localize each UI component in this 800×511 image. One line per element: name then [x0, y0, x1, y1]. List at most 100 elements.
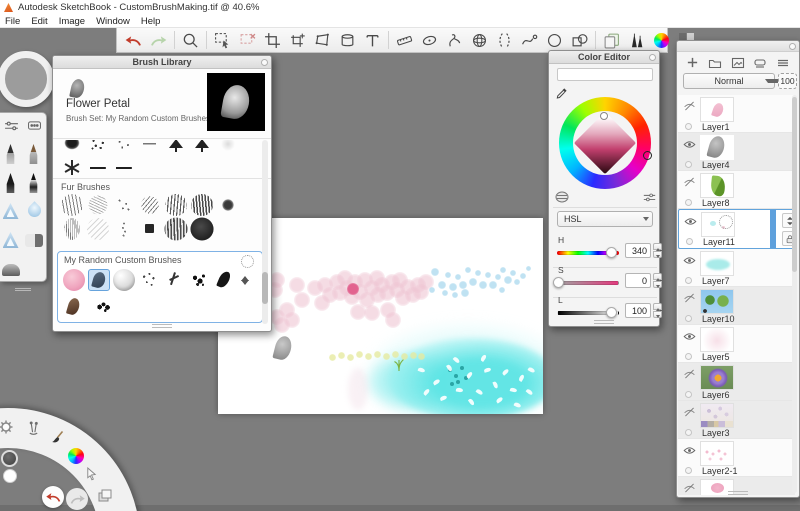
marker-tool[interactable] [1, 229, 21, 253]
perspective-guide-icon[interactable] [468, 30, 491, 51]
panel-resize-handle[interactable] [728, 491, 748, 495]
brush-stamp-dash[interactable] [113, 157, 135, 179]
steady-stroke-icon[interactable] [518, 30, 541, 51]
import-image-icon[interactable] [600, 30, 623, 51]
eraser-block-tool[interactable] [24, 229, 44, 253]
layer-hidden-icon[interactable] [683, 404, 696, 422]
brush-stamp-dash[interactable] [87, 157, 109, 179]
brush-stamp-blackpetal[interactable] [213, 269, 235, 291]
hue-value[interactable]: 340 [625, 243, 651, 258]
airbrush-tool[interactable] [1, 200, 21, 224]
layer-row-Layer8[interactable]: Layer8 [678, 171, 795, 209]
layers-scrollbar[interactable] [792, 95, 797, 493]
menu-help[interactable]: Help [141, 16, 161, 27]
layer-color-ring[interactable] [685, 429, 692, 436]
brush-stamp-f3[interactable] [113, 194, 135, 216]
layer-row-Layer4[interactable]: Layer4 [678, 133, 795, 171]
brush-settings-icon[interactable] [4, 118, 19, 136]
layer-thumbnail[interactable] [700, 289, 734, 314]
layer-color-ring[interactable] [685, 467, 692, 474]
brush-stamp-f9[interactable] [87, 218, 109, 240]
brush-stamp-dashf[interactable] [139, 140, 161, 155]
brush-stamp-scrib[interactable] [87, 140, 109, 155]
brush-stamp-sphere[interactable] [113, 269, 135, 291]
layer-row-Layer10[interactable]: Layer10 [678, 287, 795, 325]
brush-stamp-blob[interactable] [61, 140, 83, 155]
hue-spinner[interactable] [653, 243, 662, 258]
french-curve-icon[interactable] [443, 30, 466, 51]
saturation-spinner[interactable] [653, 273, 662, 288]
crop-to-selection-icon[interactable] [286, 30, 309, 51]
fill-tool-icon[interactable] [336, 30, 359, 51]
lightness-spinner[interactable] [653, 303, 662, 318]
lagoon-color-icon[interactable] [68, 448, 84, 464]
brush-pair-icon[interactable] [625, 30, 648, 51]
lagoon-gear-icon[interactable] [0, 419, 14, 440]
brush-stamp-f10[interactable] [113, 218, 135, 240]
brush-stamp-faint[interactable] [217, 140, 239, 155]
color-mode-dropdown[interactable]: HSL [557, 211, 653, 227]
layer-color-ring[interactable] [685, 199, 692, 206]
palette-drag-handle[interactable] [15, 288, 31, 291]
brush-stamp-brownpetal[interactable] [63, 296, 85, 318]
inking-pen-tool[interactable] [24, 171, 44, 195]
brush-stamp-specks2[interactable] [138, 269, 160, 291]
brush-stamp-sketch[interactable] [163, 269, 185, 291]
layer-opacity-value[interactable]: 100 [778, 73, 797, 89]
brush-stamp-f4[interactable] [141, 196, 159, 214]
layer-row-Layer11[interactable]: Layer11 [678, 209, 795, 249]
zoom-tool-icon[interactable] [179, 30, 202, 51]
eyedropper-icon[interactable] [555, 87, 568, 100]
add-layer-icon[interactable] [686, 56, 699, 74]
brush-set-icon[interactable] [27, 118, 42, 136]
color-editor-header[interactable]: Color Editor [549, 51, 659, 64]
brush-stamp-f8[interactable] [64, 218, 79, 240]
text-tool-icon[interactable] [361, 30, 384, 51]
brush-stamp-bluepetal-sel[interactable] [88, 269, 110, 291]
undo-icon[interactable] [122, 30, 145, 51]
brush-stamp-inkclu[interactable] [188, 269, 210, 291]
layer-hidden-icon[interactable] [683, 366, 696, 384]
brush-stamp-spruce[interactable] [165, 140, 187, 155]
lagoon-tools-icon[interactable] [27, 421, 40, 441]
close-icon[interactable] [261, 59, 268, 66]
layer-menu-icon[interactable] [776, 56, 790, 74]
layer-thumbnail[interactable] [700, 441, 734, 466]
layer-thumbnail[interactable] [700, 327, 734, 352]
brush-stamp-spruce[interactable] [191, 140, 213, 155]
brush-stamp-inkpair[interactable] [93, 296, 115, 318]
layer-visible-icon[interactable] [684, 213, 697, 231]
pen-tool[interactable] [1, 171, 21, 195]
brush-stamp-f6[interactable] [191, 194, 213, 216]
watercolor-tool[interactable] [24, 200, 44, 224]
distort-tool-icon[interactable] [311, 30, 334, 51]
crop-tool-icon[interactable] [261, 30, 284, 51]
layer-hidden-icon[interactable] [683, 290, 696, 308]
saturation-slider-knob[interactable] [553, 277, 564, 288]
brush-stamp-f11[interactable] [139, 218, 161, 240]
saturation-selector[interactable] [600, 112, 608, 120]
brush-library-header[interactable]: Brush Library [53, 56, 271, 69]
layer-visible-icon[interactable] [683, 136, 696, 154]
title-bar[interactable]: Autodesk SketchBook - CustomBrushMaking.… [0, 0, 800, 15]
layer-row-Layer3[interactable]: Layer3 [678, 401, 795, 439]
menu-window[interactable]: Window [96, 16, 130, 27]
layer-color-ring[interactable] [685, 315, 692, 322]
color-sliders-icon[interactable] [643, 191, 656, 203]
secondary-color-swatch[interactable] [1, 450, 18, 467]
layer-hidden-icon[interactable] [683, 98, 696, 116]
layer-visible-icon[interactable] [683, 442, 696, 460]
layer-thumbnail[interactable] [700, 403, 734, 428]
layers-panel-header[interactable] [677, 41, 799, 52]
brush-stamp-specks[interactable] [113, 140, 135, 155]
brush-stamp-f5[interactable] [165, 194, 187, 216]
brush-stamp-f2[interactable] [89, 196, 108, 215]
layer-color-ring[interactable] [685, 353, 692, 360]
layer-row-Layer2-1[interactable]: Layer2-1 [678, 439, 795, 477]
brush-stamp-pinkball[interactable] [63, 269, 85, 291]
custom-brush-set[interactable]: My Random Custom Brushes [57, 251, 263, 323]
palette-dock-icon[interactable] [555, 191, 569, 203]
current-color-swatch[interactable] [557, 68, 653, 81]
eraser-soft-tool[interactable] [1, 258, 21, 282]
layer-thumbnail[interactable] [700, 251, 734, 276]
